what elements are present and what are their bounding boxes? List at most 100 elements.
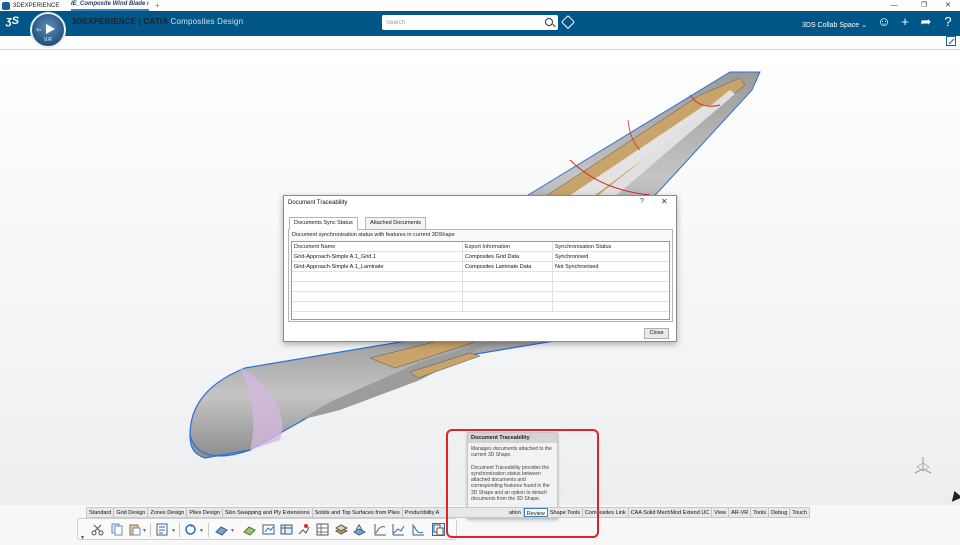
tab-standard[interactable]: Standard [87,508,115,517]
tab-caa-solid[interactable]: CAA Solid MechMod Extend UC [629,508,713,517]
empty-cell [292,302,463,312]
table-row[interactable]: Grid-Approach-Simple A.1_Grid.1 Composit… [292,252,669,262]
tab-solids-top-surfaces[interactable]: Solids and Top Surfaces from Plies [313,508,403,517]
cell-document-name: Grid-Approach-Simple A.1_Laminate [292,262,463,272]
tab-ar-vr[interactable]: AR-VR [729,508,752,517]
action-bar-tools: ▼ ▼ ▼ ▼ ▼ [77,518,457,541]
tab-attached-documents[interactable]: Attached Documents [365,217,427,229]
annotate-icon[interactable] [297,523,310,536]
dialog-close-icon[interactable]: ✕ [661,197,668,206]
collab-space-dropdown[interactable]: 3DS Collab Space ⌄ [802,21,867,29]
tab-ation[interactable]: ation [448,508,524,517]
check-icon[interactable] [243,523,256,536]
sync-status-table: Document Name Export Information Synchro… [291,241,670,320]
action-bar-tabs: Standard Grid Design Zones Design Plies … [86,507,810,518]
compass-icon[interactable]: 3D V.R [30,12,66,48]
toolbar-separator [179,523,180,537]
update-icon[interactable] [184,523,197,536]
empty-table-row [292,292,669,302]
review-icon[interactable] [280,523,293,536]
tab-grid-design[interactable]: Grid Design [114,508,149,517]
properties-dropdown-icon[interactable]: ▼ [171,528,176,534]
compare-icon[interactable] [262,523,275,536]
document-traceability-dialog: Document Traceability ? ✕ Documents Sync… [283,195,677,342]
tab-skin-swapping[interactable]: Skin Swapping and Ply Extensions [223,508,313,517]
paste-icon[interactable] [128,523,141,536]
ds-logo-icon[interactable]: ʒS [6,15,24,31]
column-header-document-name[interactable]: Document Name [292,242,463,252]
close-button[interactable]: Close [644,328,669,339]
tab-composite-wind-blade[interactable]: IE_Composite Wind Blade ı [71,1,149,11]
properties-icon[interactable] [156,523,169,536]
column-header-export-information[interactable]: Export Information [463,242,553,252]
measure-dropdown-icon[interactable]: ▼ [230,528,235,534]
help-icon[interactable]: ? [940,14,956,30]
paste-dropdown-icon[interactable]: ▼ [142,528,147,534]
close-window-button[interactable]: ✕ [938,0,958,11]
orientation-compass-icon[interactable] [912,455,934,475]
expand-caret-icon[interactable]: ▼ [80,535,85,541]
layers-icon[interactable] [335,523,348,536]
curve-icon[interactable] [374,523,387,536]
cut-icon[interactable] [91,523,104,536]
brand-app-name: Composites Design [170,17,244,26]
tooltip-summary: Manages documents attached to the curren… [471,446,552,459]
document-traceability-icon[interactable] [432,523,445,536]
tab-tools[interactable]: Tools [751,508,770,517]
user-icon[interactable]: ☺ [876,14,892,30]
tab-touch[interactable]: Touch [790,508,809,517]
tab-review[interactable]: Review [523,508,548,517]
play-icon[interactable] [46,24,55,34]
tooltip-body: Manages documents attached to the curren… [468,443,557,502]
search-box[interactable] [382,15,558,30]
panel-caption: Document synchronisation status with fea… [292,232,455,238]
dialog-help-button[interactable]: ? [640,198,644,205]
empty-table-row [292,272,669,282]
tab-debug[interactable]: Debug [769,508,791,517]
collab-space-label: 3DS Collab Space [802,22,860,29]
sync-status-panel: Document synchronisation status with fea… [288,229,673,322]
tab-plies-design[interactable]: Plies Design [187,508,223,517]
section-icon[interactable] [353,523,366,536]
tab-producibility[interactable]: Producibility A [403,508,448,517]
empty-cell [463,282,553,292]
column-header-sync-status[interactable]: Synchronisation Status [553,242,671,252]
toolbar-separator [150,523,151,537]
empty-cell [463,302,553,312]
graph-icon[interactable] [412,523,425,536]
window-title: 3DEXPERIENCE [13,2,60,9]
empty-cell [292,282,463,292]
tab-label: IE_Composite Wind Blade [71,1,146,7]
compass-3d-label: 3D [36,27,42,32]
tab-view[interactable]: View [712,508,730,517]
fullscreen-icon[interactable] [946,36,956,46]
cell-export-information: Composites Grid Data [463,252,553,262]
share-icon[interactable]: ➦ [918,14,934,30]
compass-vr-label: V.R [44,37,52,43]
search-icon[interactable] [545,18,553,26]
tab-zones-design[interactable]: Zones Design [148,508,188,517]
tab-shape-tools[interactable]: Shape Tools [548,508,584,517]
action-bar: Standard Grid Design Zones Design Plies … [77,505,883,545]
tab-documents-sync-status[interactable]: Documents Sync Status [289,217,358,230]
tab-composites-link[interactable]: Composites Link [583,508,629,517]
ply-table-icon[interactable] [316,523,329,536]
table-row[interactable]: Grid-Approach-Simple A.1_Laminate Compos… [292,262,669,272]
measure-icon[interactable] [215,523,228,536]
analysis-icon[interactable] [392,523,405,536]
tab-suffix: ı [146,1,149,7]
update-dropdown-icon[interactable]: ▼ [199,528,204,534]
add-icon[interactable]: + [897,14,913,30]
minimize-button[interactable]: — [884,0,904,11]
empty-cell [292,272,463,282]
brand-name: 3DEXPERIENCE | CATIA [72,17,169,26]
empty-cell [463,272,553,282]
cell-document-name: Grid-Approach-Simple A.1_Grid.1 [292,252,463,262]
toolbar-separator [208,523,209,537]
restore-button[interactable]: ❐ [914,0,934,11]
dialog-title: Document Traceability [288,200,348,206]
empty-cell [463,292,553,302]
copy-icon[interactable] [110,523,123,536]
add-tab-button[interactable]: + [155,1,160,10]
search-input[interactable] [386,19,542,26]
